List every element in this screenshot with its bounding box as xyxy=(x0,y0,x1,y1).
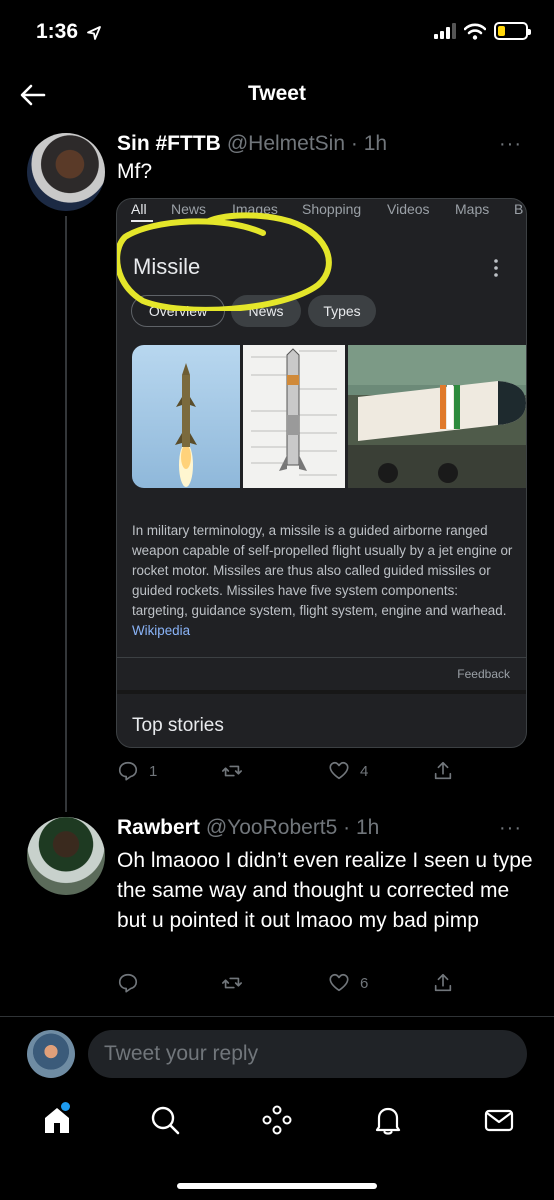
divider xyxy=(117,657,526,658)
retweet-action[interactable] xyxy=(221,972,253,994)
kebab-menu-icon xyxy=(494,259,498,277)
share-icon xyxy=(434,973,452,992)
search-tab: Videos xyxy=(387,201,430,217)
notifications-icon[interactable] xyxy=(371,1103,405,1137)
status-icons xyxy=(434,22,531,40)
battery-icon xyxy=(494,22,531,40)
top-stories-heading: Top stories xyxy=(132,715,224,736)
more-options-icon[interactable]: ··· xyxy=(499,133,522,156)
retweet-action[interactable] xyxy=(221,760,253,782)
tweet-author[interactable]: Sin #FTTB @HelmetSin · 1h xyxy=(117,132,387,156)
thread-line xyxy=(65,216,67,812)
author-name: Rawbert xyxy=(117,816,200,839)
location-arrow-icon xyxy=(87,26,101,40)
divider xyxy=(117,690,526,694)
reply-action[interactable]: 1 xyxy=(117,760,157,782)
reply-icon xyxy=(118,973,138,993)
highlight-scribble xyxy=(117,212,332,311)
reply-author[interactable]: Rawbert @YooRobert5 · 1h xyxy=(117,816,379,840)
more-options-icon[interactable]: ··· xyxy=(499,817,522,840)
heart-icon xyxy=(329,761,349,780)
like-count: 4 xyxy=(360,762,369,780)
wifi-icon xyxy=(464,23,486,40)
like-action[interactable]: 6 xyxy=(328,972,368,994)
spaces-icon[interactable] xyxy=(260,1103,294,1137)
page-title: Tweet xyxy=(248,82,306,105)
feedback-link: Feedback xyxy=(457,667,510,681)
missile-parade-image xyxy=(348,345,526,488)
reply-count: 1 xyxy=(149,762,158,780)
avatar[interactable] xyxy=(27,133,105,211)
wikipedia-link: Wikipedia xyxy=(132,623,191,638)
author-handle: @YooRobert5 · 1h xyxy=(205,816,380,839)
messages-icon[interactable] xyxy=(482,1103,516,1137)
share-action[interactable] xyxy=(432,760,454,782)
status-time: 1:36 xyxy=(36,20,79,43)
reply-action[interactable] xyxy=(117,972,149,994)
retweet-icon xyxy=(222,765,242,777)
like-count: 6 xyxy=(360,974,369,992)
retweet-icon xyxy=(222,977,242,989)
search-icon[interactable] xyxy=(148,1103,182,1137)
share-icon xyxy=(434,761,452,780)
avatar[interactable] xyxy=(27,817,105,895)
reply-text: Oh lmaooo I didn’t even realize I seen u… xyxy=(117,849,533,932)
heart-icon xyxy=(329,973,349,992)
author-name: Sin #FTTB xyxy=(117,132,221,155)
missile-launch-image xyxy=(132,345,240,488)
notification-dot xyxy=(61,1102,70,1111)
home-indicator xyxy=(177,1183,377,1189)
reply-placeholder: Tweet your reply xyxy=(104,1042,259,1065)
reply-icon xyxy=(118,761,138,781)
tweet-text: Mf? xyxy=(117,160,153,183)
avatar xyxy=(27,1030,75,1078)
search-tab: Maps xyxy=(455,201,490,217)
author-handle: @HelmetSin · 1h xyxy=(226,132,388,155)
description-text: In military terminology, a missile is a … xyxy=(132,523,513,618)
missile-diagram-image xyxy=(243,345,345,488)
like-action[interactable]: 4 xyxy=(328,760,368,782)
divider xyxy=(0,1016,554,1017)
tweet-media-image[interactable]: All News Images Shopping Videos Maps B M… xyxy=(116,198,527,748)
share-action[interactable] xyxy=(432,972,454,994)
knowledge-description: In military terminology, a missile is a … xyxy=(132,521,517,641)
search-tab: B xyxy=(514,201,524,217)
signal-icon xyxy=(434,23,456,39)
